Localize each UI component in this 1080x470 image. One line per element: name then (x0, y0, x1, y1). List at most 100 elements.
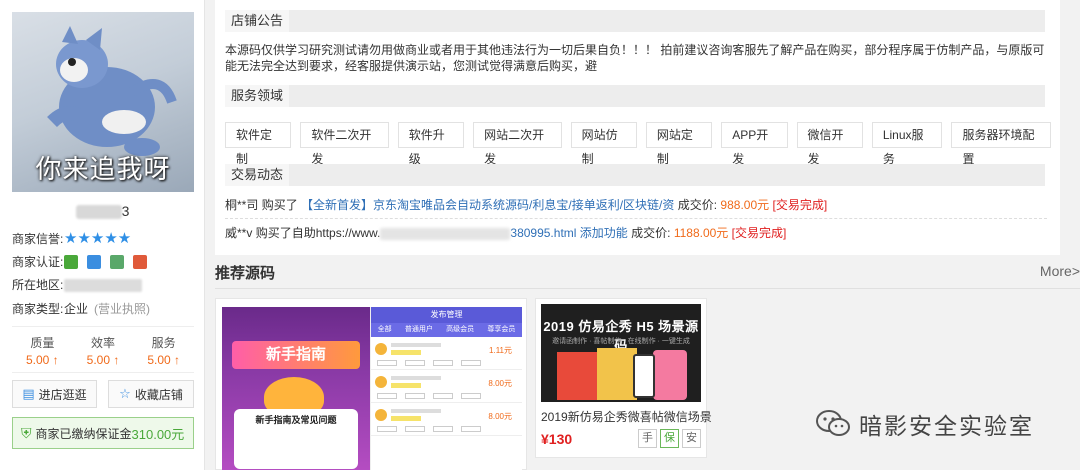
badge-hand: 手 (638, 429, 657, 448)
certification-label: 商家认证: (12, 255, 64, 269)
deposit-badge: ⛨ 商家已缴纳保证金 310.00元 (12, 417, 194, 449)
notice-header: 店铺公告 (225, 10, 1045, 32)
divider (12, 372, 194, 373)
badge-safe: 安 (682, 429, 701, 448)
merchant-type-value[interactable]: 企业 (64, 300, 88, 318)
score-service: 服务 5.00 ↑ (133, 334, 194, 367)
deposit-text: 商家已缴纳保证金 (35, 426, 132, 441)
shop-icon: ▤ (22, 386, 35, 401)
thumb-app-header: 发布管理 (371, 307, 522, 323)
score-panel: 质量 5.00 ↑ 效率 5.00 ↑ 服务 5.00 ↑ (12, 334, 194, 367)
merchant-type-row: 商家类型: 企业 (营业执照) (12, 300, 150, 318)
merchant-type-note: (营业执照) (94, 302, 151, 316)
reputation-stars: ★★★★★ (64, 230, 132, 247)
trade-product-link[interactable]: 380995.html 添加功能 (510, 226, 627, 240)
service-tag[interactable]: 服务器环境配置 (951, 122, 1051, 166)
recommend-divider (215, 288, 1080, 289)
location-row: 所在地区: (12, 276, 142, 294)
score-label: 质量 (30, 336, 55, 350)
avatar-caption: 你来追我呀 (35, 155, 171, 185)
score-label: 服务 (151, 336, 176, 350)
favorite-shop-label: 收藏店铺 (134, 387, 183, 402)
shop-name: 3 (0, 203, 205, 220)
service-tag[interactable]: 网站二次开发 (473, 122, 562, 166)
product-thumbnail-app[interactable]: 发布管理 全部 普通用户 高级会员 尊享会员 1.11元 8.00元 8.00元 (370, 307, 522, 470)
thumb-banner: 新手指南 (232, 341, 360, 369)
trade-product-link[interactable]: 【全新首发】京东淘宝唯品会自动系统源码/利息宝/接单返利/区块链/资 (301, 198, 674, 212)
trade-header: 交易动态 (225, 164, 1045, 186)
service-tag[interactable]: 微信开发 (796, 122, 863, 166)
service-tag[interactable]: 软件二次开发 (300, 122, 389, 166)
divider (12, 326, 194, 327)
service-tag[interactable]: 软件定制 (225, 122, 292, 166)
trade-price-label: 成交价: (677, 198, 718, 212)
phone-icon[interactable] (110, 255, 124, 269)
location-label: 所在地区: (12, 278, 64, 292)
trade-action: 购买了 (261, 198, 298, 212)
service-tag[interactable]: Linux服务 (871, 122, 943, 166)
redacted-url (380, 227, 511, 240)
product-title[interactable]: 2019新仿易企秀微喜帖微信场景 (541, 408, 712, 425)
thumb-faq-title: 新手指南及常见问题 (255, 415, 337, 425)
thumb-price: 8.00元 (488, 379, 512, 388)
redacted-location (64, 278, 142, 292)
trade-status: [交易完成] (731, 226, 787, 240)
shop-avatar[interactable]: 你来追我呀 (12, 12, 194, 192)
mail-icon[interactable] (87, 255, 101, 269)
trade-action: 购买了自助https://www. (255, 226, 381, 240)
service-header: 服务领域 (225, 85, 1045, 107)
score-value: 5.00 ↑ (147, 353, 181, 367)
trade-status: [交易完成] (772, 198, 828, 212)
id-card-icon[interactable] (64, 255, 78, 269)
redacted-name (75, 205, 122, 220)
notice-title: 店铺公告 (225, 10, 290, 32)
thumb-tab: 全部 (377, 326, 392, 333)
product-card[interactable]: 2019 仿易企秀 H5 场景源码 邀请函制作 · 喜帖制作 · 在线制作 · … (535, 298, 712, 458)
reputation-label: 商家信誉: (12, 232, 64, 246)
thumb-tab: 尊享会员 (487, 326, 516, 333)
product-thumbnail[interactable]: 2019 仿易企秀 H5 场景源码 邀请函制作 · 喜帖制作 · 在线制作 · … (541, 304, 701, 402)
thumb-tab: 高级会员 (446, 326, 475, 333)
product-price: ¥130 (541, 430, 573, 447)
service-tag[interactable]: 网站仿制 (570, 122, 637, 166)
trade-row: 威**v 购买了自助https://www. 380995.html 添加功能 成… (225, 222, 1047, 244)
thumb-price: 8.00元 (488, 412, 512, 421)
shop-sidebar: 你来追我呀 3 商家信誉: ★★★★★ 商家认证: 所在地区: 商家类型: 企业… (0, 0, 205, 470)
trade-row: 桐**司 购买了 【全新首发】京东淘宝唯品会自动系统源码/利息宝/接单返利/区块… (225, 194, 1047, 216)
shop-info-panel: 店铺公告 本源码仅供学习研究测试请勿用做商业或者用于其他违法行为一切后果自负！！… (215, 0, 1060, 255)
badge-guarantee: 保 (660, 429, 679, 448)
service-tag[interactable]: APP开发 (721, 122, 788, 166)
product-card[interactable]: 新手指南 新手指南及常见问题 发布管理 全部 普通用户 高级会员 尊享会员 1.… (215, 298, 527, 470)
notice-text: 本源码仅供学习研究测试请勿用做商业或者用于其他违法行为一切后果自负！！！ 拍前建… (225, 43, 1045, 73)
product-footer: ¥130 手 保 安 (541, 429, 701, 448)
shield-icon[interactable] (133, 255, 147, 269)
shop-main: 店铺公告 本源码仅供学习研究测试请勿用做商业或者用于其他违法行为一切后果自负！！… (215, 0, 1080, 470)
service-tag[interactable]: 网站定制 (645, 122, 713, 166)
thumb-app-tabs: 全部 普通用户 高级会员 尊享会员 (371, 323, 522, 337)
visit-shop-button[interactable]: ▤ 进店逛逛 (12, 380, 97, 408)
star-icon: ☆ (119, 386, 131, 401)
thumb-tab: 普通用户 (404, 326, 433, 333)
dashed-divider (225, 218, 1047, 219)
trade-buyer: 桐**司 (225, 198, 259, 212)
trade-price-label: 成交价: (631, 226, 671, 240)
score-label: 效率 (91, 336, 116, 350)
service-title: 服务领域 (225, 85, 290, 107)
score-quality: 质量 5.00 ↑ (12, 334, 73, 367)
product-thumbnail[interactable]: 新手指南 新手指南及常见问题 (222, 307, 370, 470)
more-link[interactable]: More> (1040, 263, 1080, 279)
thumb-subtitle: 邀请函制作 · 喜帖制作 · 在线制作 · 一键生成 (552, 338, 690, 345)
recommend-title: 推荐源码 (215, 265, 276, 282)
thumb-list-item: 8.00元 (371, 370, 522, 403)
trade-buyer: 威**v (225, 226, 253, 240)
wechat-watermark: 暗影安全实验室 (815, 407, 1034, 441)
favorite-shop-button[interactable]: ☆ 收藏店铺 (108, 380, 194, 408)
score-value: 5.00 ↑ (25, 353, 59, 367)
thumb-list-item: 1.11元 (371, 337, 522, 370)
visit-shop-label: 进店逛逛 (38, 387, 87, 402)
service-tags: 软件定制 软件二次开发 软件升级 网站二次开发 网站仿制 网站定制 APP开发 … (225, 122, 1060, 166)
deposit-amount: 310.00元 (131, 426, 185, 442)
merchant-type-label: 商家类型: (12, 302, 64, 316)
service-tag[interactable]: 软件升级 (397, 122, 465, 166)
reputation-row: 商家信誉: ★★★★★ (12, 230, 131, 248)
